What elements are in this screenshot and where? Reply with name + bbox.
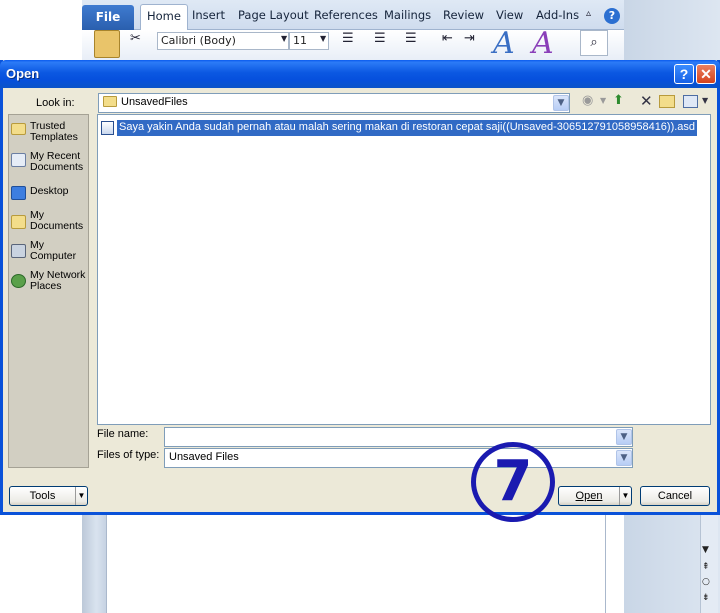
tab-references[interactable]: References xyxy=(314,8,378,22)
tab-view[interactable]: View xyxy=(496,8,523,22)
dialog-titlebar[interactable] xyxy=(0,60,720,88)
file-name-label: File name: xyxy=(97,428,149,440)
files-of-type-label: Files of type: xyxy=(97,449,160,461)
views-icon[interactable] xyxy=(683,95,698,108)
tab-add-ins[interactable]: Add-Ins xyxy=(536,8,579,22)
word-help-icon[interactable]: ? xyxy=(604,8,620,24)
step-number-badge: 7 xyxy=(471,442,555,522)
cancel-button[interactable]: Cancel xyxy=(640,486,710,506)
file-tab[interactable]: File xyxy=(82,5,134,30)
open-dropdown-icon[interactable]: ▼ xyxy=(619,487,631,505)
folder-star-icon xyxy=(11,123,26,135)
back-icon[interactable]: ◉ xyxy=(582,93,593,109)
font-name-box[interactable]: Calibri (Body) xyxy=(157,32,289,50)
cut-icon[interactable]: ✂ xyxy=(130,31,141,46)
next-page-icon[interactable]: ⇟ xyxy=(702,593,710,603)
quick-styles-icon[interactable]: A xyxy=(493,26,515,61)
file-name: Saya yakin Anda sudah pernah atau malah … xyxy=(117,120,698,136)
new-folder-icon[interactable] xyxy=(659,95,675,108)
folder-icon xyxy=(103,96,117,107)
find-binoculars-icon[interactable]: ⌕ xyxy=(580,30,608,56)
change-styles-icon[interactable]: A xyxy=(532,26,554,61)
views-dropdown-icon[interactable]: ▼ xyxy=(702,93,708,109)
my-computer-icon xyxy=(11,244,26,258)
my-documents-icon xyxy=(11,215,26,229)
dialog-close-button[interactable]: ✕ xyxy=(696,64,716,84)
open-button[interactable]: Open ▼ xyxy=(558,486,632,506)
tools-button[interactable]: Tools ▼ xyxy=(9,486,88,506)
dialog-help-button[interactable]: ? xyxy=(674,64,694,84)
dialog-title: Open xyxy=(6,66,40,81)
places-bar: Trusted Templates My Recent Documents De… xyxy=(8,114,89,468)
desktop-icon xyxy=(11,186,26,200)
look-in-combo[interactable]: UnsavedFiles xyxy=(98,93,570,113)
recent-documents-icon xyxy=(11,153,26,167)
tools-dropdown-icon[interactable]: ▼ xyxy=(75,487,87,505)
bullets-icon[interactable]: ☰ xyxy=(342,31,354,46)
back-dropdown-icon[interactable]: ▼ xyxy=(600,93,606,109)
font-size-dropdown-icon[interactable]: ▼ xyxy=(320,34,326,43)
file-icon xyxy=(101,121,114,135)
select-browse-object-icon[interactable]: ○ xyxy=(702,577,710,587)
file-name-dropdown-icon[interactable]: ▼ xyxy=(616,429,632,445)
files-of-type-select[interactable]: Unsaved Files xyxy=(164,448,633,468)
font-name-dropdown-icon[interactable]: ▼ xyxy=(281,34,287,43)
tab-mailings[interactable]: Mailings xyxy=(384,8,431,22)
file-name-field[interactable] xyxy=(164,427,633,447)
up-one-level-icon[interactable]: ⬆ xyxy=(613,93,624,109)
previous-page-icon[interactable]: ⇞ xyxy=(702,562,710,572)
minimize-ribbon-icon[interactable]: ▵ xyxy=(586,8,591,19)
tab-insert[interactable]: Insert xyxy=(192,8,225,22)
increase-indent-icon[interactable]: ⇥ xyxy=(464,31,475,46)
numbering-icon[interactable]: ☰ xyxy=(374,31,386,46)
look-in-label: Look in: xyxy=(36,97,75,109)
delete-icon[interactable]: ✕ xyxy=(640,93,653,109)
multilevel-list-icon[interactable]: ☰ xyxy=(405,31,417,46)
look-in-dropdown-icon[interactable]: ▼ xyxy=(553,95,569,111)
network-places-icon xyxy=(11,274,26,288)
paste-icon[interactable] xyxy=(94,30,120,58)
document-page xyxy=(106,515,606,613)
tab-home[interactable]: Home xyxy=(140,4,188,31)
tab-review[interactable]: Review xyxy=(443,8,484,22)
scroll-down-arrow-icon[interactable]: ▼ xyxy=(702,545,709,555)
open-button-label: Open xyxy=(575,490,603,502)
look-in-value: UnsavedFiles xyxy=(121,96,188,108)
decrease-indent-icon[interactable]: ⇤ xyxy=(442,31,453,46)
file-list[interactable]: Saya yakin Anda sudah pernah atau malah … xyxy=(97,114,711,425)
tools-button-label: Tools xyxy=(29,490,56,502)
files-of-type-dropdown-icon[interactable]: ▼ xyxy=(616,450,632,466)
tab-page-layout[interactable]: Page Layout xyxy=(238,8,309,22)
